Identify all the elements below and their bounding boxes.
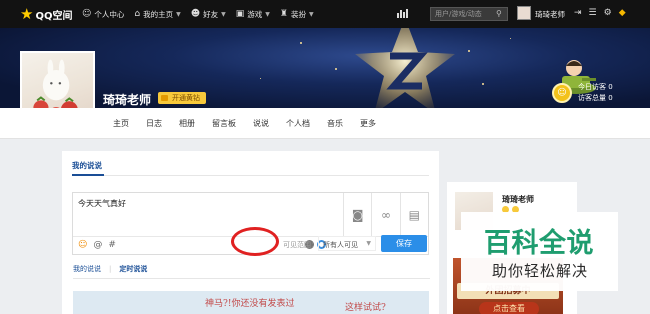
title-underline xyxy=(72,174,104,176)
tab-more[interactable]: 更多 xyxy=(360,118,376,129)
top-username[interactable]: 琦琦老师 xyxy=(535,9,565,20)
nav-my-homepage[interactable]: ⌂ 我的主页 ▼ xyxy=(134,9,180,20)
sidebar-username[interactable]: 琦琦老师 xyxy=(502,194,534,205)
qzone-logo[interactable]: ★ QQ空间 xyxy=(20,4,82,23)
scheduled-shuoshuo-link[interactable]: 定时说说 xyxy=(119,264,147,274)
divider xyxy=(72,175,429,176)
shuoshuo-sublinks: 我的说说 | 定时说说 xyxy=(73,264,147,274)
tab-blog[interactable]: 日志 xyxy=(146,118,162,129)
separator: | xyxy=(109,265,112,273)
tab-profile[interactable]: 个人档 xyxy=(286,118,310,129)
nav-label: 装扮 xyxy=(290,9,306,19)
my-shuoshuo-link[interactable]: 我的说说 xyxy=(73,264,101,274)
logout-icon[interactable]: ⇥ xyxy=(574,8,582,18)
editor-media-tools: ◙ ∞ ▤ xyxy=(343,193,428,236)
shirt-icon: ♜ xyxy=(279,9,288,19)
chevron-down-icon: ▼ xyxy=(308,10,314,18)
nav-label: 游戏 xyxy=(247,9,263,19)
nav-decoration[interactable]: ♜ 装扮 ▼ xyxy=(280,9,314,20)
visits-today-label: 今日访客 xyxy=(578,83,606,91)
camera-icon[interactable]: ◙ xyxy=(343,193,371,236)
music-bars-icon[interactable] xyxy=(397,9,409,18)
nav-label: 我的主页 xyxy=(143,9,174,19)
profile-nickname: 琦琦老师 xyxy=(103,93,152,107)
highlight-circle xyxy=(231,227,279,256)
ad-cta[interactable]: 点击查看 xyxy=(479,302,539,314)
nav-friends[interactable]: ☻ 好友 ▼ xyxy=(191,9,226,20)
editor-insert-tools: ☺ @ # xyxy=(78,240,122,250)
chevron-down-icon: ▼ xyxy=(176,10,181,18)
watermark-title: 百科全说 xyxy=(484,228,594,259)
chevron-down-icon: ▼ xyxy=(221,10,226,18)
profile-tab-bar: 主页 日志 相册 留言板 说说 个人档 音乐 更多 xyxy=(0,108,650,139)
nav-label: 好友 xyxy=(203,9,219,19)
save-button[interactable]: 保存 xyxy=(381,235,427,252)
empty-state-doodle: 神马?!你还没有发表过 这样试试? xyxy=(73,291,429,314)
chevron-down-icon: ▼ xyxy=(265,10,270,18)
gear-icon[interactable]: ⚙ xyxy=(604,8,612,18)
nav-personal-center[interactable]: ☺ 个人中心 xyxy=(82,9,124,20)
star-logo-icon: ★ xyxy=(20,4,34,23)
at-mention-icon[interactable]: @ xyxy=(93,240,102,250)
friends-icon: ☻ xyxy=(190,9,201,19)
top-navigation-bar: ★ QQ空间 ☺ 个人中心 ⌂ 我的主页 ▼ ☻ 好友 ▼ ▣ 游戏 ▼ ♜ 装… xyxy=(0,0,650,28)
search-icon[interactable]: ⚲ xyxy=(496,9,502,18)
visibility-label: 可见范围： xyxy=(283,241,318,249)
watermark-subtitle: 助你轻松解决 xyxy=(492,262,589,280)
profile-tabs: 主页 日志 相册 留言板 说说 个人档 音乐 更多 xyxy=(113,108,393,139)
visitor-stats[interactable]: 今日访客 0 访客总量 0 xyxy=(578,82,613,104)
visits-today-count: 0 xyxy=(608,83,613,91)
person-icon: ☺ xyxy=(82,9,92,19)
yellow-diamond-icon[interactable]: ◆ xyxy=(619,8,626,18)
nav-label: 个人中心 xyxy=(94,9,125,19)
chevron-down-icon: ▼ xyxy=(366,240,371,247)
visitor-badge-icon[interactable]: ☺ xyxy=(552,83,572,103)
nav-games[interactable]: ▣ 游戏 ▼ xyxy=(236,9,270,20)
top-nav: ☺ 个人中心 ⌂ 我的主页 ▼ ☻ 好友 ▼ ▣ 游戏 ▼ ♜ 装扮 ▼ xyxy=(82,9,324,20)
visibility-value: 所有人可见 xyxy=(323,241,358,249)
home-icon: ⌂ xyxy=(134,9,141,19)
tab-music[interactable]: 音乐 xyxy=(327,118,343,129)
hashtag-icon[interactable]: # xyxy=(108,240,116,250)
visibility-select[interactable]: 所有人可见 ▼ xyxy=(318,236,376,251)
messages-icon[interactable]: ☰ xyxy=(589,8,597,18)
link-icon[interactable]: ∞ xyxy=(371,193,399,236)
visits-total-label: 访客总量 xyxy=(578,94,606,102)
template-icon[interactable]: ▤ xyxy=(399,193,428,236)
sparkle-star-decoration xyxy=(355,28,455,108)
user-avatar-small[interactable] xyxy=(517,6,531,20)
editor-text[interactable]: 今天天气真好 xyxy=(78,198,126,209)
visits-total-count: 0 xyxy=(608,94,613,102)
logo-text: QQ空间 xyxy=(35,10,73,22)
doodle-text-1: 神马?!你还没有发表过 xyxy=(205,299,295,309)
tab-shuoshuo[interactable]: 说说 xyxy=(253,118,269,129)
tab-home[interactable]: 主页 xyxy=(113,118,129,129)
doodle-text-2: 这样试试? xyxy=(345,303,386,313)
divider xyxy=(73,278,430,279)
game-icon: ▣ xyxy=(235,9,245,19)
top-right-icons: ⇥ ☰ ⚙ ◆ xyxy=(574,8,633,18)
tab-album[interactable]: 相册 xyxy=(179,118,195,129)
open-yellow-diamond-button[interactable]: 开通黄钻 xyxy=(158,92,206,104)
tab-message-board[interactable]: 留言板 xyxy=(212,118,236,129)
panel-title: 我的说说 xyxy=(72,161,102,170)
emoji-icon[interactable]: ☺ xyxy=(78,240,87,250)
